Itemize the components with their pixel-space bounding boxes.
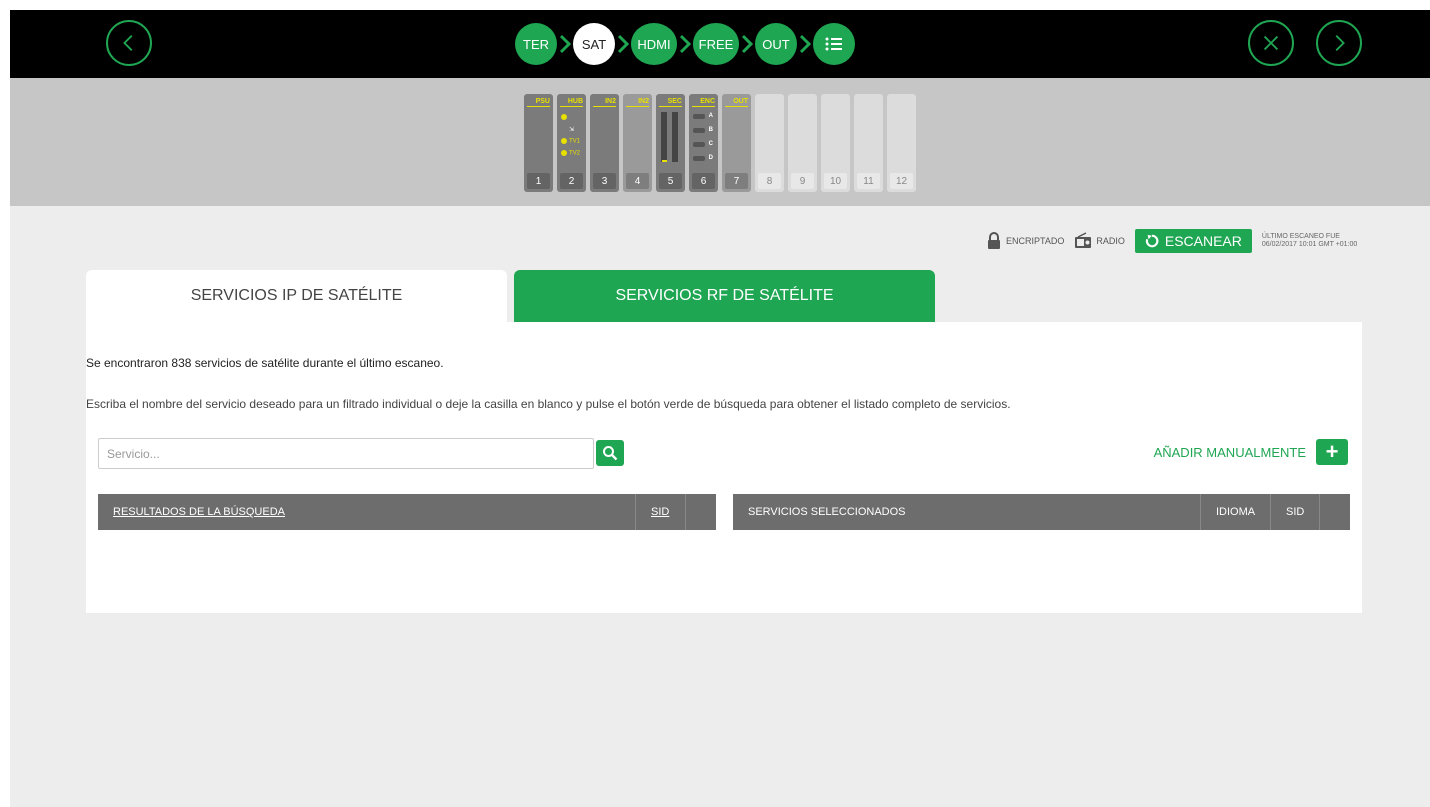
rack-slot-empty[interactable]: 10 [821,94,850,192]
lock-icon [988,232,1000,249]
enc-port-a [693,114,705,119]
module-rack: PSU 1 HUB ⇲ TV1 TV2 2 IN2 3 IN2 4 SEC 5 … [10,78,1430,206]
last-scan-info: ÚLTIMO ESCANEO FUE 06/02/2017 10:01 GMT … [1261,233,1358,248]
col-selected-services: SERVICIOS SELECCIONADOS [733,494,1201,530]
encrypted-legend: ENCRIPTADO [986,232,1064,250]
rack-slot-enc[interactable]: ENC A B C D 6 [689,94,718,192]
step-hdmi[interactable]: HDMI [631,23,677,65]
tab-ip-services[interactable]: SERVICIOS IP DE SATÉLITE [86,270,507,322]
tv-port-2: TV2 [561,150,580,157]
rack-slot-sec[interactable]: SEC 5 [656,94,685,192]
rack-slot-empty[interactable]: 8 [755,94,784,192]
scan-toolbar: ENCRIPTADO RADIO ESCANEAR ÚLTIMO ESCANEO… [986,228,1357,254]
close-button[interactable] [1248,20,1294,66]
rack-slot-hub[interactable]: HUB ⇲ TV1 TV2 2 [557,94,586,192]
chevron-right-icon [557,23,573,65]
step-out[interactable]: OUT [755,23,797,65]
radio-legend: RADIO [1074,232,1125,250]
wizard-steps: TER SAT HDMI FREE OUT [515,23,855,65]
top-nav-bar: TER SAT HDMI FREE OUT [10,10,1430,78]
list-icon [825,37,842,51]
rack-slot-empty[interactable]: 11 [854,94,883,192]
list-step-button[interactable] [813,23,855,65]
rack-slots: PSU 1 HUB ⇲ TV1 TV2 2 IN2 3 IN2 4 SEC 5 … [524,94,916,192]
rack-slot-in2-b[interactable]: IN2 4 [623,94,652,192]
services-panel: Se encontraron 838 servicios de satélite… [86,322,1362,613]
usb-icon: ⇲ [569,127,575,133]
chevron-right-icon [739,23,755,65]
sec-bar-right [672,112,678,162]
rack-slot-out[interactable]: OUT 7 [722,94,751,192]
scan-button[interactable]: ESCANEAR [1134,229,1252,253]
chevron-right-icon [797,23,813,65]
rack-slot-empty[interactable]: 9 [788,94,817,192]
chevron-right-icon [1335,35,1345,51]
tab-rf-services[interactable]: SERVICIOS RF DE SATÉLITE [514,270,935,322]
service-tabs: SERVICIOS IP DE SATÉLITE SERVICIOS RF DE… [86,270,935,322]
sec-led [662,160,667,162]
step-free[interactable]: FREE [693,23,739,65]
col-search-results[interactable]: RESULTADOS DE LA BÚSQUEDA [98,494,636,530]
rack-slot-empty[interactable]: 12 [887,94,916,192]
radio-icon [1075,232,1092,248]
rack-slot-in2-a[interactable]: IN2 3 [590,94,619,192]
rack-slot-psu[interactable]: PSU 1 [524,94,553,192]
enc-port-b [693,128,705,133]
chevron-right-icon [615,23,631,65]
col-language: IDIOMA [1201,494,1271,530]
col-action [686,494,716,530]
selected-services-header: SERVICIOS SELECCIONADOS IDIOMA SID [733,494,1350,530]
add-manually-button[interactable]: AÑADIR MANUALMENTE + [1154,439,1348,465]
network-port-icon [561,114,569,121]
service-search-input[interactable] [98,438,594,469]
col-sid: SID [1271,494,1320,530]
instructions-text: Escriba el nombre del servicio deseado p… [86,397,1011,411]
enc-port-c [693,142,705,147]
chevron-right-icon [677,23,693,65]
search-icon [603,446,618,461]
tv-port-1: TV1 [561,138,580,145]
step-sat[interactable]: SAT [573,23,615,65]
refresh-icon [1145,234,1159,248]
search-button[interactable] [596,440,624,466]
step-ter[interactable]: TER [515,23,557,65]
sec-bar-left [661,112,667,162]
col-action [1320,494,1350,530]
next-button[interactable] [1316,20,1362,66]
enc-port-d [693,156,705,161]
col-sid[interactable]: SID [636,494,686,530]
plus-icon: + [1316,439,1348,465]
scan-result-text: Se encontraron 838 servicios de satélite… [86,356,444,370]
back-button[interactable] [106,20,152,66]
chevron-left-icon [123,35,133,51]
close-icon [1263,35,1279,51]
search-results-header: RESULTADOS DE LA BÚSQUEDA SID [98,494,716,530]
